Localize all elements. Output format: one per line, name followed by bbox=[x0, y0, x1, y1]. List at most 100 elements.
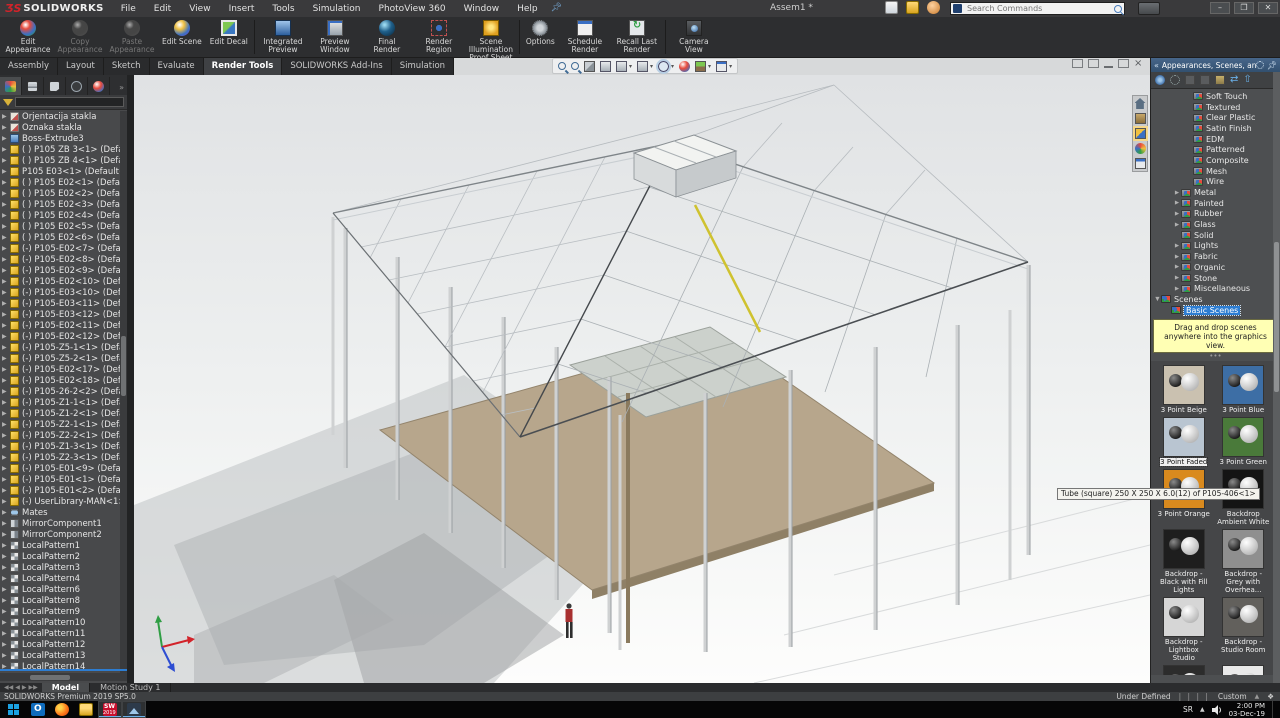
menu-item[interactable]: File bbox=[112, 2, 145, 16]
scene-thumb-image[interactable] bbox=[1163, 665, 1205, 675]
restore-pane-icon[interactable] bbox=[1072, 59, 1083, 68]
expand-arrow-icon[interactable]: ▶ bbox=[2, 542, 10, 549]
scrollbar-thumb[interactable] bbox=[1274, 242, 1279, 392]
appearances-tree-item[interactable]: ▶ Organic bbox=[1151, 262, 1280, 273]
language-indicator[interactable]: SR bbox=[1183, 705, 1193, 714]
feature-tree-item[interactable]: ▶ (-) P105-Z1-3<1> (Default<As Mach bbox=[0, 441, 120, 452]
panel-splitter[interactable] bbox=[127, 75, 134, 683]
previous-view-icon[interactable] bbox=[600, 61, 611, 72]
ribbon-button[interactable]: Options bbox=[522, 17, 559, 57]
clock[interactable]: 2:00 PM 03-Dec-19 bbox=[1229, 702, 1265, 718]
doc-restore-icon[interactable] bbox=[1118, 59, 1129, 68]
scene-thumbnail[interactable]: 3 Point Green bbox=[1217, 417, 1271, 466]
menu-item[interactable]: Window bbox=[455, 2, 509, 16]
tab-configurationmanager[interactable] bbox=[44, 77, 66, 95]
ribbon-button[interactable]: Integrated Preview bbox=[257, 17, 309, 57]
feature-tree-item[interactable]: ▶ Orjentacija stakla bbox=[0, 111, 120, 122]
model-tab[interactable]: Motion Study 1 bbox=[90, 683, 171, 692]
feature-tree-item[interactable]: ▶ Mates bbox=[0, 507, 120, 518]
feature-tree-item[interactable]: ▶ (-) P105-E02<7> (Default<<Default> bbox=[0, 243, 120, 254]
feature-tree-item[interactable]: ▶ LocalPattern1 bbox=[0, 540, 120, 551]
command-tab[interactable]: Render Tools bbox=[204, 58, 283, 75]
feature-tree-item[interactable]: ▶ LocalPattern9 bbox=[0, 606, 120, 617]
scene-thumbnail[interactable]: Backdrop - Lightbox Studio bbox=[1157, 597, 1211, 662]
display-style-icon[interactable] bbox=[637, 61, 648, 72]
appearances-tree-item[interactable]: ▶ Solid bbox=[1151, 230, 1280, 241]
tab-featuremanager-tree[interactable] bbox=[0, 77, 22, 95]
taskbar-app-button[interactable] bbox=[26, 701, 50, 718]
command-tab[interactable]: SOLIDWORKS Add-Ins bbox=[282, 58, 391, 75]
menu-item[interactable]: Insert bbox=[220, 2, 264, 16]
feature-tree-item[interactable]: ▶ LocalPattern10 bbox=[0, 617, 120, 628]
up-arrow-icon[interactable]: ⇧ bbox=[1243, 75, 1251, 85]
scrollbar-thumb[interactable] bbox=[121, 336, 126, 396]
taskbar-app-button[interactable] bbox=[98, 701, 122, 718]
login-icon[interactable] bbox=[927, 1, 940, 14]
tab-nav-buttons[interactable]: ◀◀◀▶▶▶ bbox=[0, 684, 42, 691]
feature-tree-item[interactable]: ▶ (-) P105-E01<9> (Default<<Default> bbox=[0, 463, 120, 474]
search-input[interactable] bbox=[965, 3, 1112, 14]
scene-thumb-image[interactable] bbox=[1163, 597, 1205, 637]
hide-show-items-icon[interactable] bbox=[658, 61, 669, 72]
feature-tree-item[interactable]: ▶ (-) P105-Z1-2<1> (Default<As Mach bbox=[0, 408, 120, 419]
appearances-tree-item[interactable]: ▶ Wire bbox=[1151, 177, 1280, 188]
ribbon-button[interactable] bbox=[665, 20, 666, 54]
taskbar-app-button[interactable] bbox=[122, 701, 146, 718]
appearances-tree-item[interactable]: ▶ Basic Scenes bbox=[1151, 305, 1280, 316]
appearances-tree-item[interactable]: ▶ Satin Finish bbox=[1151, 123, 1280, 134]
copy-icon[interactable] bbox=[1200, 75, 1210, 85]
feature-tree-item[interactable]: ▶ (-) P105-E02<17> (Default<<Default bbox=[0, 364, 120, 375]
feature-tree-item[interactable]: ▶ (-) P105-E03<11> (Default<<Default bbox=[0, 298, 120, 309]
view-orientation-icon[interactable] bbox=[616, 61, 627, 72]
feature-tree-item[interactable]: ▶ Boss-Extrude3 bbox=[0, 133, 120, 144]
expand-arrow-icon[interactable]: ▶ bbox=[2, 157, 10, 164]
expand-arrow-icon[interactable]: ▶ bbox=[2, 333, 10, 340]
new-window-icon[interactable] bbox=[1088, 59, 1099, 68]
expand-arrow-icon[interactable]: ▶ bbox=[2, 575, 10, 582]
feature-tree-item[interactable]: ▶ (-) P105-E01<1> (Default<<Default> bbox=[0, 474, 120, 485]
feature-tree-item[interactable]: ▶ (-) P105-Z5-1<1> (Default<As Mach bbox=[0, 342, 120, 353]
expand-arrow-icon[interactable]: ▶ bbox=[2, 487, 10, 494]
ribbon-button[interactable]: Paste Appearance bbox=[106, 17, 158, 57]
chevron-down-icon[interactable]: ▾ bbox=[671, 63, 674, 70]
custom-properties-icon[interactable] bbox=[1135, 158, 1146, 169]
zoom-fit-icon[interactable] bbox=[558, 62, 566, 70]
menu-item[interactable]: Help bbox=[508, 2, 547, 16]
taskbar-app-button[interactable] bbox=[74, 701, 98, 718]
ribbon-button[interactable]: Edit Scene bbox=[158, 17, 206, 57]
expand-arrow-icon[interactable]: ▶ bbox=[2, 641, 10, 648]
expand-arrow-icon[interactable]: ▶ bbox=[1173, 286, 1181, 292]
sync-icon[interactable]: ⇄ bbox=[1230, 75, 1238, 85]
menu-item[interactable]: View bbox=[180, 2, 219, 16]
appearances-tree-item[interactable]: ▶ Scenes bbox=[1151, 294, 1280, 305]
appearances-tree-item[interactable]: ▶ Textured bbox=[1151, 102, 1280, 113]
scene-thumb-image[interactable] bbox=[1163, 365, 1205, 405]
expand-arrow-icon[interactable]: ▶ bbox=[2, 113, 10, 120]
appearances-tree-item[interactable]: ▶ Mesh bbox=[1151, 166, 1280, 177]
expand-arrow-icon[interactable]: ▶ bbox=[2, 146, 10, 153]
expand-arrow-icon[interactable]: ▶ bbox=[2, 410, 10, 417]
apply-scene-icon[interactable] bbox=[695, 61, 706, 72]
expand-arrow-icon[interactable]: ▶ bbox=[2, 223, 10, 230]
speaker-icon[interactable] bbox=[1212, 705, 1222, 715]
task-pane-scrollbar[interactable] bbox=[1273, 72, 1280, 688]
pane-toggle-icon[interactable]: ❖ bbox=[1267, 692, 1274, 701]
view-settings-icon[interactable] bbox=[716, 61, 727, 72]
expand-arrow-icon[interactable]: ▶ bbox=[2, 124, 10, 131]
appearances-tree-item[interactable]: ▶ Glass bbox=[1151, 219, 1280, 230]
command-tab[interactable]: Evaluate bbox=[150, 58, 204, 75]
pin-menu-icon[interactable]: 📌︎ bbox=[551, 3, 565, 15]
expand-arrow-icon[interactable]: ▶ bbox=[2, 531, 10, 538]
expand-arrow-icon[interactable]: ▶ bbox=[2, 355, 10, 362]
command-tab[interactable]: Simulation bbox=[392, 58, 454, 75]
pane-resize-handle[interactable]: ••• bbox=[1151, 353, 1280, 361]
expand-arrow-icon[interactable]: ▶ bbox=[1173, 190, 1181, 196]
ribbon-button[interactable]: Camera View bbox=[668, 17, 720, 57]
ribbon-button[interactable]: Render Region bbox=[413, 17, 465, 57]
expand-arrow-icon[interactable]: ▶ bbox=[2, 520, 10, 527]
expand-arrow-icon[interactable]: ▶ bbox=[1173, 275, 1181, 281]
chevron-down-icon[interactable]: ▾ bbox=[708, 63, 711, 70]
feature-tree-item[interactable]: ▶ (-) P105-26-2<2> (Default<As Mach bbox=[0, 386, 120, 397]
expand-arrow-icon[interactable]: ▶ bbox=[1173, 254, 1181, 260]
feature-tree-item[interactable]: ▶ ( ) P105 E02<5> (Default<<Default> bbox=[0, 221, 120, 232]
